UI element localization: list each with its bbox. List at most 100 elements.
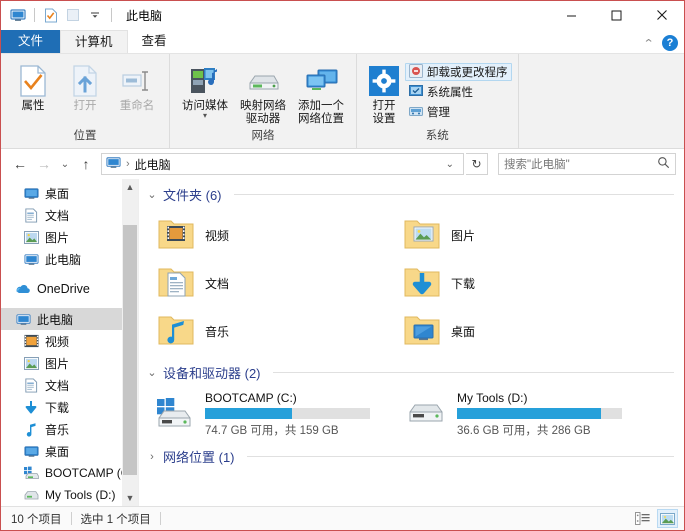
folder-tile-pictures[interactable]: 图片: [403, 211, 649, 259]
open-settings-label: 打开 设置: [372, 100, 396, 125]
drive-tile-bootcamp[interactable]: BOOTCAMP (C:) 74.7 GB 可用，共 159 GB: [153, 387, 405, 441]
nav-item-pictures-pinned[interactable]: 图片 📌: [1, 226, 138, 248]
breadcrumb-this-pc[interactable]: 此电脑: [135, 156, 171, 173]
section-rule: [272, 372, 674, 373]
drives-grid: BOOTCAMP (C:) 74.7 GB 可用，共 159 GB My Too…: [139, 385, 684, 441]
ribbon-group-location-title: 位置: [73, 130, 97, 142]
rename-button[interactable]: 重命名: [111, 59, 163, 113]
folder-label: 音乐: [205, 324, 230, 339]
add-network-location-button[interactable]: 添加一个 网络位置: [292, 59, 350, 126]
large-icons-view-button[interactable]: [657, 509, 678, 528]
nav-item-onedrive[interactable]: OneDrive: [1, 278, 138, 300]
forward-button[interactable]: →: [33, 153, 55, 175]
scroll-up-icon[interactable]: ▲: [122, 179, 138, 195]
folder-tile-desktop[interactable]: 桌面: [403, 307, 649, 355]
nav-label: OneDrive: [37, 282, 90, 296]
folders-grid: 视频 图片 文档 下载 音乐 桌面: [139, 207, 684, 355]
folder-tile-music[interactable]: 音乐: [157, 307, 403, 355]
uninstall-or-change-program-button[interactable]: 卸载或更改程序: [405, 63, 512, 81]
folder-label: 下载: [451, 276, 476, 291]
chevron-right-icon[interactable]: ›: [147, 451, 157, 463]
ribbon: 属性 打开 重命名 位置 访问媒体 ▾ 映射网络 驱动器 添加一个 网络位置 网…: [1, 54, 684, 149]
manage-label: 管理: [427, 107, 450, 119]
help-button[interactable]: ?: [662, 35, 678, 51]
drive-info: BOOTCAMP (C:) 74.7 GB 可用，共 159 GB: [205, 391, 370, 438]
access-media-caret-icon[interactable]: ▾: [203, 112, 207, 120]
chevron-down-icon[interactable]: ⌄: [147, 366, 157, 379]
rename-icon: [121, 64, 153, 98]
refresh-button[interactable]: ↻: [466, 153, 488, 175]
properties-icon[interactable]: [42, 6, 60, 24]
nav-item-downloads[interactable]: 下载: [1, 396, 138, 418]
tab-file[interactable]: 文件: [1, 30, 61, 53]
drive-info: My Tools (D:) 36.6 GB 可用，共 286 GB: [457, 391, 622, 438]
nav-label: 音乐: [45, 422, 70, 437]
open-button[interactable]: 打开: [59, 59, 111, 113]
nav-item-desktop-pinned[interactable]: 桌面 📌: [1, 182, 138, 204]
map-network-drive-button[interactable]: 映射网络 驱动器: [234, 59, 292, 126]
drive-tile-mytools[interactable]: My Tools (D:) 36.6 GB 可用，共 286 GB: [405, 387, 657, 441]
manage-button[interactable]: 管理: [405, 103, 512, 121]
nav-item-this-pc[interactable]: 此电脑: [1, 308, 138, 330]
search-input[interactable]: 搜索"此电脑": [498, 153, 676, 175]
folder-desktop-icon: [403, 313, 441, 350]
ribbon-group-network-title: 网络: [251, 130, 275, 142]
folder-tile-downloads[interactable]: 下载: [403, 259, 649, 307]
navigation-scrollbar[interactable]: ▲ ▼: [122, 179, 138, 506]
nav-item-music[interactable]: 音乐: [1, 418, 138, 440]
details-view-button[interactable]: [632, 509, 653, 528]
tab-computer[interactable]: 计算机: [60, 30, 128, 53]
address-dropdown-icon[interactable]: ⌄: [440, 159, 460, 170]
minimize-button[interactable]: [549, 1, 594, 29]
folder-label: 桌面: [451, 324, 476, 339]
nav-item-documents[interactable]: 文档: [1, 374, 138, 396]
access-media-button[interactable]: 访问媒体 ▾: [176, 59, 234, 120]
nav-label: My Tools (D:): [45, 488, 116, 502]
nav-item-desktop[interactable]: 桌面: [1, 440, 138, 462]
system-properties-button[interactable]: 系统属性: [405, 83, 512, 101]
close-button[interactable]: [639, 1, 684, 29]
uninstall-icon: [409, 63, 423, 81]
folders-section-header[interactable]: ⌄ 文件夹 (6): [139, 179, 684, 207]
nav-item-mytools-drive[interactable]: My Tools (D:): [1, 484, 138, 506]
up-button[interactable]: ↑: [75, 153, 97, 175]
qat-separator-1: [34, 8, 35, 22]
section-rule: [246, 456, 674, 457]
new-folder-icon[interactable]: [64, 6, 82, 24]
drives-section-header[interactable]: ⌄ 设备和驱动器 (2): [139, 355, 684, 385]
scrollbar-thumb[interactable]: [123, 225, 137, 475]
ribbon-group-system: 打开 设置 卸载或更改程序 系统属性 管理 系统: [357, 54, 519, 148]
nav-item-this-pc-pinned[interactable]: 此电脑 📌: [1, 248, 138, 270]
drive-icon: [405, 398, 449, 431]
maximize-button[interactable]: [594, 1, 639, 29]
nav-label: BOOTCAMP (C: [45, 466, 130, 480]
ribbon-empty-area: [519, 54, 685, 148]
chevron-down-icon[interactable]: ⌄: [147, 188, 157, 201]
recent-locations-button[interactable]: ⌄: [57, 153, 73, 175]
scrollbar-track[interactable]: [122, 195, 138, 490]
search-icon: [657, 156, 670, 172]
drive-name: BOOTCAMP (C:): [205, 390, 297, 405]
app-icon[interactable]: [9, 6, 27, 24]
qat-dropdown-caret-icon[interactable]: [86, 6, 104, 24]
folder-tile-documents[interactable]: 文档: [157, 259, 403, 307]
network-section-header[interactable]: › 网络位置 (1): [139, 441, 684, 469]
nav-item-pictures[interactable]: 图片: [1, 352, 138, 374]
explorer-body: 桌面 📌 文档 📌 图片 📌: [1, 179, 684, 506]
address-input[interactable]: › 此电脑 ⌄: [101, 153, 464, 175]
map-drive-icon: [244, 64, 282, 98]
properties-button[interactable]: 属性: [7, 59, 59, 113]
back-button[interactable]: ←: [9, 153, 31, 175]
nav-item-bootcamp-drive[interactable]: BOOTCAMP (C: [1, 462, 138, 484]
nav-item-documents-pinned[interactable]: 文档 📌: [1, 204, 138, 226]
windows-drive-icon: [153, 394, 197, 435]
nav-label: 桌面: [45, 186, 70, 201]
open-settings-button[interactable]: 打开 设置: [363, 59, 405, 126]
ribbon-tabs: 文件 计算机 查看 ⌃ ?: [1, 29, 684, 54]
folder-tile-videos[interactable]: 视频: [157, 211, 403, 259]
scroll-down-icon[interactable]: ▼: [122, 490, 138, 506]
tab-view[interactable]: 查看: [128, 30, 181, 53]
collapse-ribbon-icon[interactable]: ⌃: [643, 37, 655, 50]
nav-item-videos[interactable]: 视频: [1, 330, 138, 352]
